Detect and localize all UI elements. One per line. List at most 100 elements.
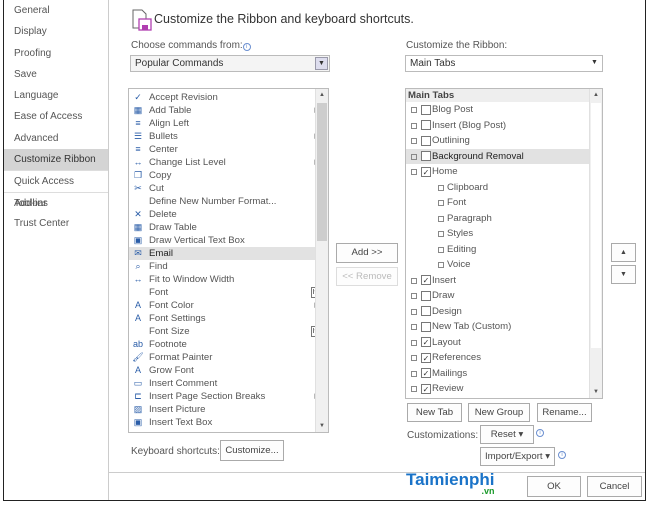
remove-button[interactable]: << Remove: [336, 267, 398, 286]
ribbon-tab-item[interactable]: New Tab (Custom): [406, 319, 602, 335]
expand-icon[interactable]: [411, 386, 417, 392]
scroll-thumb[interactable]: [591, 103, 601, 348]
command-item[interactable]: A Grow Font: [129, 364, 328, 377]
ribbon-tab-item[interactable]: Editing: [406, 242, 602, 258]
expand-icon[interactable]: [411, 122, 417, 129]
expand-icon[interactable]: [438, 215, 444, 222]
ribbon-tab-item[interactable]: ✓ Insert: [406, 273, 602, 289]
command-item[interactable]: ☰Bullets▶: [129, 130, 328, 143]
commands-scrollbar[interactable]: ▲ ▼: [315, 89, 328, 432]
sidebar-item-general[interactable]: General: [4, 0, 108, 21]
command-item[interactable]: A Font Settings: [129, 312, 328, 325]
command-item[interactable]: ≡ Center: [129, 143, 328, 156]
ribbon-tab-item[interactable]: Paragraph: [406, 211, 602, 227]
sidebar-item-display[interactable]: Display: [4, 21, 108, 42]
ribbon-tab-item[interactable]: Font: [406, 195, 602, 211]
expand-icon[interactable]: [411, 138, 417, 144]
command-item[interactable]: ▦Add Table▶: [129, 104, 328, 117]
checkbox[interactable]: [421, 321, 431, 332]
scroll-thumb[interactable]: [317, 103, 327, 241]
expand-icon[interactable]: [438, 262, 444, 268]
ribbon-tab-item[interactable]: Insert (Blog Post): [406, 118, 602, 134]
command-item[interactable]: ▭ Insert Comment: [129, 377, 328, 390]
sidebar-item-add-ins[interactable]: Add-ins: [4, 191, 108, 213]
sidebar-item-customize-ribbon[interactable]: Customize Ribbon: [4, 149, 108, 171]
scroll-down-icon[interactable]: ▼: [590, 386, 602, 398]
ok-button[interactable]: OK: [527, 476, 581, 497]
sidebar-item-advanced[interactable]: Advanced: [4, 128, 108, 149]
sidebar-item-trust-center[interactable]: Trust Center: [4, 213, 108, 234]
checkbox[interactable]: ✓: [421, 337, 431, 347]
ribbon-tab-item[interactable]: Voice: [406, 257, 602, 273]
ribbon-tab-item[interactable]: Draw: [406, 288, 602, 304]
sidebar-item-ease-of-access[interactable]: Ease of Access: [4, 106, 108, 127]
command-item[interactable]: ↔Change List Level▶: [129, 156, 328, 169]
scroll-up-icon[interactable]: ▲: [316, 89, 328, 101]
reset-button[interactable]: Reset ▾: [480, 425, 534, 444]
expand-icon[interactable]: [438, 200, 444, 206]
ribbon-tab-item[interactable]: Background Removal: [406, 148, 602, 164]
ribbon-tab-item[interactable]: Clipboard: [406, 180, 602, 196]
checkbox[interactable]: ✓: [421, 352, 431, 363]
command-item[interactable]: ✓ Accept Revision: [129, 91, 328, 104]
sidebar-item-language[interactable]: Language: [4, 85, 108, 106]
checkbox[interactable]: [421, 290, 431, 301]
command-item[interactable]: Font SizeI▾: [129, 325, 328, 338]
rename-button[interactable]: Rename...: [537, 403, 592, 422]
checkbox[interactable]: ✓: [421, 368, 431, 378]
command-item[interactable]: ▦ Draw Table: [129, 221, 328, 234]
ribbon-tab-item[interactable]: ✓ Mailings: [406, 366, 602, 382]
new-group-button[interactable]: New Group: [468, 403, 530, 422]
add-button[interactable]: Add >>: [336, 243, 398, 263]
checkbox[interactable]: [421, 120, 431, 130]
expand-icon[interactable]: [411, 293, 417, 299]
commands-list[interactable]: ✓Accept Revision▦Add Table▶≡Align Left☰B…: [128, 88, 329, 433]
ribbon-tab-item[interactable]: ✓ Layout: [406, 335, 602, 351]
checkbox[interactable]: ✓: [421, 275, 431, 285]
checkbox[interactable]: ✓: [421, 383, 431, 394]
ribbon-tab-item[interactable]: ✓ References: [406, 350, 602, 366]
command-item[interactable]: ab Footnote: [129, 338, 328, 351]
command-item[interactable]: Define New Number Format...: [129, 195, 328, 208]
expand-icon[interactable]: [411, 370, 417, 377]
command-item[interactable]: ✕ Delete: [129, 208, 328, 221]
expand-icon[interactable]: [438, 231, 444, 237]
ribbon-tab-item[interactable]: Styles: [406, 226, 602, 242]
expand-icon[interactable]: [411, 277, 417, 284]
ribbon-tab-item[interactable]: ✓ Review: [406, 381, 602, 397]
expand-icon[interactable]: [411, 153, 417, 160]
command-item[interactable]: ▨ Insert Picture: [129, 403, 328, 416]
customize-ribbon-select[interactable]: Main Tabs ▼: [405, 55, 603, 72]
scroll-down-icon[interactable]: ▼: [316, 420, 328, 432]
expand-icon[interactable]: [411, 355, 417, 361]
move-down-button[interactable]: ▼: [611, 265, 636, 284]
ribbon-tab-item[interactable]: Design: [406, 304, 602, 320]
choose-commands-select[interactable]: Popular Commands ▼: [130, 55, 330, 72]
command-item[interactable]: AFont Color▶: [129, 299, 328, 312]
command-item[interactable]: ⊏Insert Page Section Breaks▶: [129, 390, 328, 403]
expand-icon[interactable]: [438, 246, 444, 253]
command-item[interactable]: ⌕ Find: [129, 260, 328, 273]
checkbox[interactable]: [421, 151, 431, 161]
checkbox[interactable]: [421, 306, 431, 316]
scroll-up-icon[interactable]: ▲: [590, 89, 602, 101]
command-item[interactable]: ↔ Fit to Window Width: [129, 273, 328, 286]
expand-icon[interactable]: [438, 184, 444, 191]
ribbon-tabs-tree[interactable]: Main Tabs Blog Post Insert (Blog Post) Out…: [405, 88, 603, 399]
command-item[interactable]: ✉ Email: [129, 247, 328, 260]
import-export-button[interactable]: Import/Export ▾: [480, 447, 555, 466]
command-item[interactable]: 🖌 Format Painter: [129, 351, 328, 364]
expand-icon[interactable]: [411, 107, 417, 113]
command-item[interactable]: ❐ Copy: [129, 169, 328, 182]
command-item[interactable]: ≡ Align Left: [129, 117, 328, 130]
expand-icon[interactable]: [411, 324, 417, 330]
command-item[interactable]: ▣ Draw Vertical Text Box: [129, 234, 328, 247]
collapse-icon[interactable]: [411, 169, 417, 175]
command-item[interactable]: FontI▾: [129, 286, 328, 299]
ribbon-tab-item[interactable]: Blog Post: [406, 102, 602, 118]
ribbon-tab-item[interactable]: ✓ Home: [406, 164, 602, 180]
new-tab-button[interactable]: New Tab: [407, 403, 462, 422]
ribbon-tab-item[interactable]: ✓View: [406, 397, 602, 399]
expand-icon[interactable]: [411, 339, 417, 346]
checkbox[interactable]: [421, 104, 431, 115]
